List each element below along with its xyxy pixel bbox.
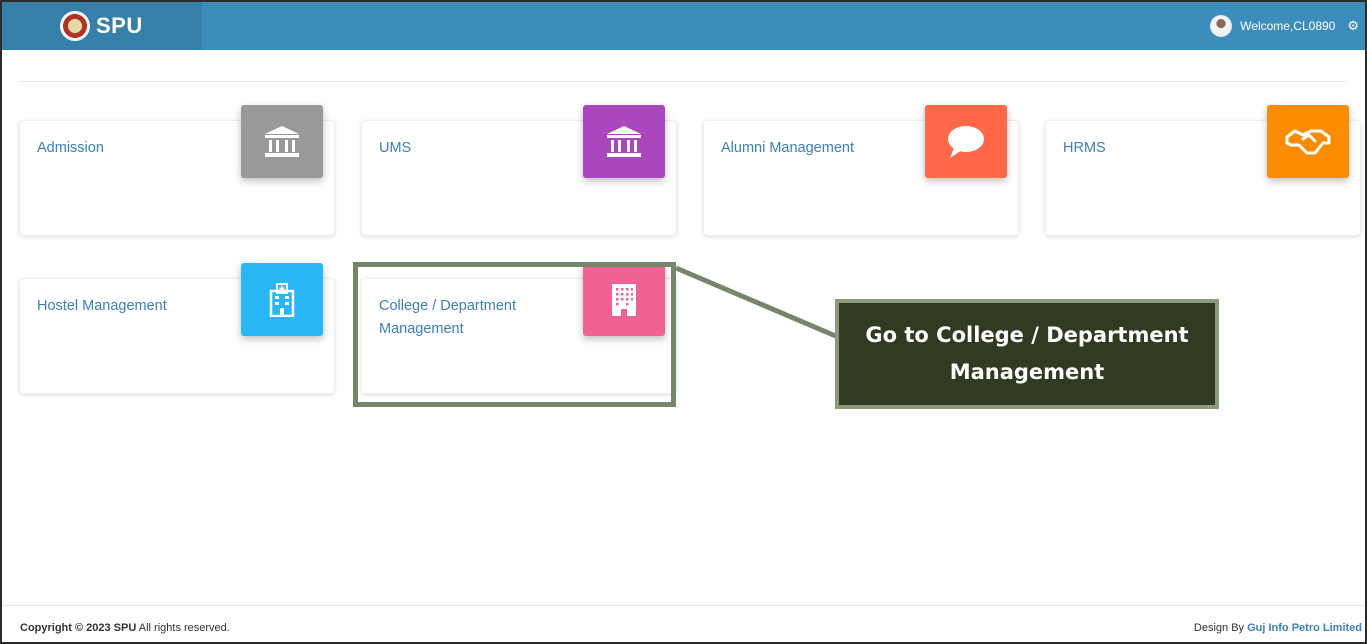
module-card-hrms[interactable]: HRMS [1045, 105, 1361, 236]
chat-bubble-icon [925, 105, 1007, 178]
page-footer: Copyright © 2023 SPU All rights reserved… [2, 605, 1365, 642]
module-label[interactable]: UMS [379, 137, 569, 160]
module-label[interactable]: HRMS [1063, 137, 1253, 160]
module-label[interactable]: Alumni Management [721, 137, 911, 160]
university-seal-icon [60, 11, 90, 41]
settings-gear-icon[interactable]: ⚙ [1347, 19, 1359, 34]
user-avatar[interactable] [1210, 15, 1233, 37]
module-card-admission[interactable]: Admission [19, 105, 335, 236]
bank-icon [241, 105, 323, 178]
company-link[interactable]: Guj Info Petro Limited [1247, 622, 1362, 634]
welcome-text[interactable]: Welcome,CL0890 [1240, 19, 1335, 33]
content-divider [20, 81, 1347, 82]
hospital-building-icon [241, 263, 323, 336]
highlight-box [353, 262, 676, 407]
app-window: SPU Welcome,CL0890 ⚙ Admission UMS Alumn… [0, 0, 1367, 644]
copyright-notice: Copyright © 2023 SPU All rights reserved… [20, 622, 230, 634]
user-menu[interactable]: Welcome,CL0890 ⚙ [1210, 2, 1359, 50]
bank-icon [583, 105, 665, 178]
handshake-icon [1267, 105, 1349, 178]
copyright-suffix: All rights reserved. [136, 622, 230, 634]
design-by-label: Design By [1193, 622, 1248, 634]
module-label[interactable]: Admission [37, 137, 227, 160]
callout-text: Go to College / Department Management [865, 323, 1189, 384]
top-navbar: SPU Welcome,CL0890 ⚙ [2, 2, 1365, 50]
module-card-ums[interactable]: UMS [361, 105, 677, 236]
brand-logo-link[interactable]: SPU [2, 2, 202, 50]
brand-title: SPU [96, 13, 143, 38]
copyright-prefix: Copyright © 2023 SPU [20, 622, 137, 634]
module-card-hostel-management[interactable]: Hostel Management [19, 263, 335, 394]
design-credit: Design By Guj Info Petro Limited [1194, 622, 1362, 634]
module-card-alumni-management[interactable]: Alumni Management [703, 105, 1019, 236]
callout-box: Go to College / Department Management [835, 299, 1219, 409]
module-label[interactable]: Hostel Management [37, 295, 227, 318]
